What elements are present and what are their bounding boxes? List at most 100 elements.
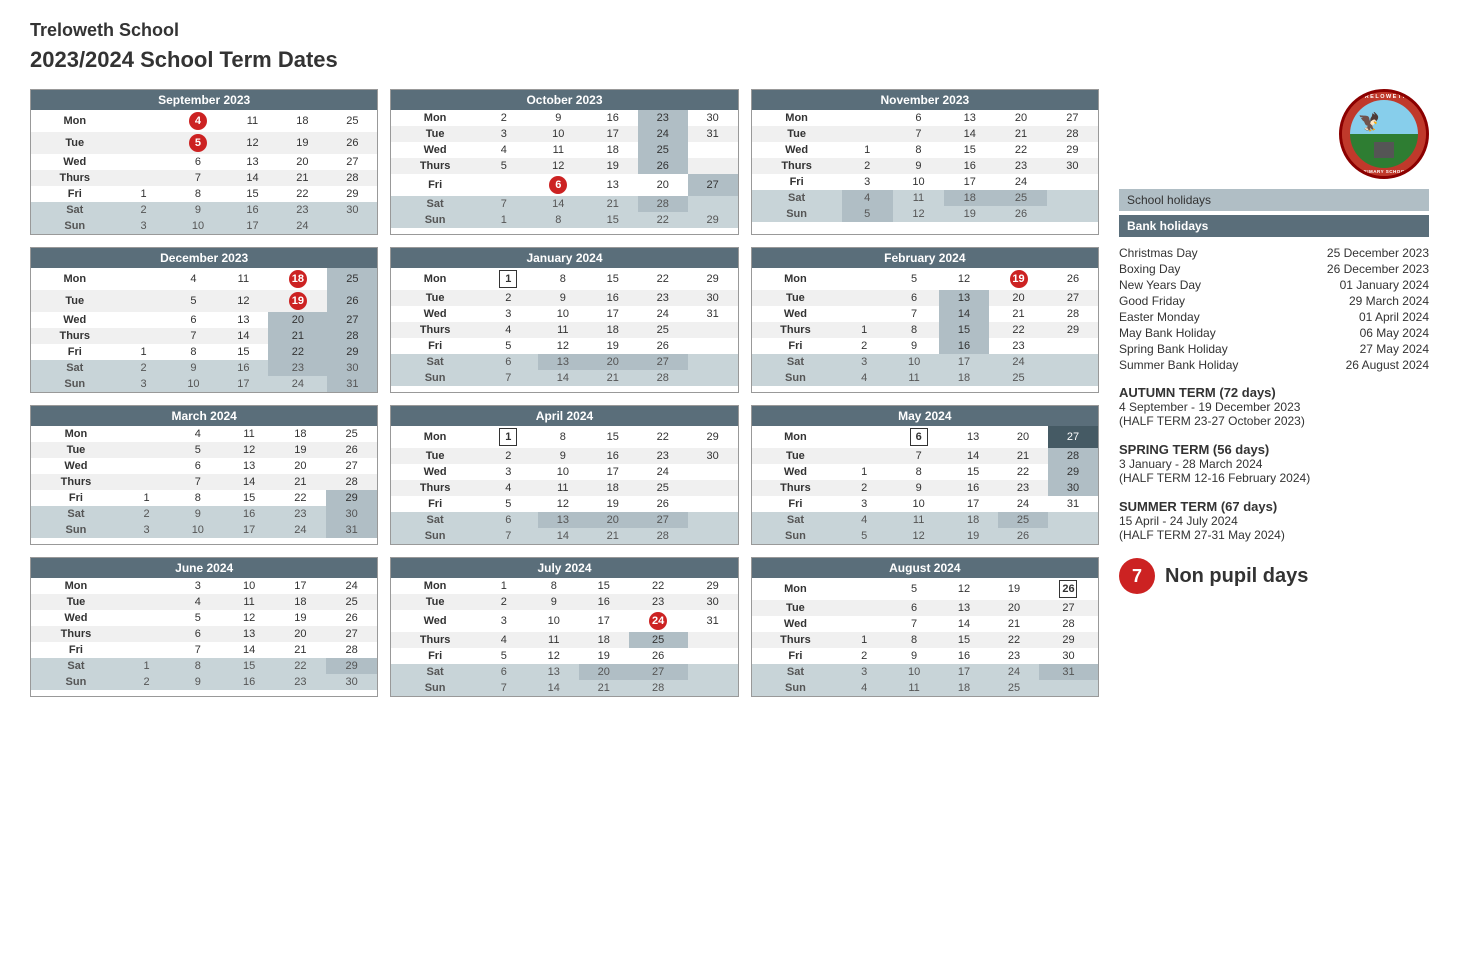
list-item: Good Friday29 March 2024 <box>1119 293 1429 309</box>
table-row: Mon6132027 <box>752 426 1098 448</box>
table-row: Wed310172431 <box>391 306 737 322</box>
list-item: Christmas Day25 December 2023 <box>1119 245 1429 261</box>
table-row: Wed3101724 <box>391 464 737 480</box>
calendar-month-header: November 2023 <box>752 90 1098 110</box>
calendar-august-2024: August 2024 Mon5121926 Tue6132027 Wed714… <box>751 557 1099 697</box>
table-row: Sat6132027 <box>391 354 737 370</box>
table-row: Thurs5121926 <box>391 158 737 174</box>
table-row: Thurs7142128 <box>31 170 377 186</box>
calendar-month-header: July 2024 <box>391 558 737 578</box>
table-row: Sun310172431 <box>31 522 377 538</box>
table-row: Wed7142128 <box>752 616 1098 632</box>
table-row: Tue6132027 <box>752 600 1098 616</box>
table-row: Thurs29162330 <box>752 158 1098 174</box>
table-row: Wed6132027 <box>31 154 377 170</box>
term-info: AUTUMN TERM (72 days) 4 September - 19 D… <box>1119 385 1429 542</box>
list-item: May Bank Holiday06 May 2024 <box>1119 325 1429 341</box>
calendar-month-header: March 2024 <box>31 406 377 426</box>
list-item: Summer Bank Holiday26 August 2024 <box>1119 357 1429 373</box>
table-row: Tue7142128 <box>752 126 1098 142</box>
table-row: Sat6132027 <box>391 664 737 680</box>
school-name: Treloweth School <box>30 20 1429 41</box>
table-row: Fri5121926 <box>391 496 737 512</box>
table-row: Wed5121926 <box>31 610 377 626</box>
summer-term-block: SUMMER TERM (67 days) 15 April - 24 July… <box>1119 499 1429 542</box>
table-row: Wed310172431 <box>391 610 737 632</box>
table-row: Tue6132027 <box>752 290 1098 306</box>
non-pupil-label: Non pupil days <box>1165 565 1308 588</box>
table-row: Sat7142128 <box>391 196 737 212</box>
table-row: Tue5121926 <box>31 290 377 312</box>
calendar-september-2023: September 2023 Mon4111825 Tue5121926 Wed… <box>30 89 378 235</box>
table-row: Fri18152229 <box>31 490 377 506</box>
table-row: Mon3101724 <box>31 578 377 594</box>
table-row: Mon5121926 <box>752 268 1098 290</box>
bank-holidays-legend: Bank holidays <box>1119 215 1429 237</box>
table-row: Thurs18152229 <box>752 322 1098 338</box>
table-row: Fri18152229 <box>31 186 377 202</box>
table-row: Fri5121926 <box>391 338 737 354</box>
calendar-february-2024: February 2024 Mon5121926 Tue6132027 Wed7… <box>751 247 1099 393</box>
table-row: Sun29162330 <box>31 674 377 690</box>
calendar-december-2023: December 2023 Mon4111825 Tue5121926 Wed6… <box>30 247 378 393</box>
logo-area: 🦅 TRELOWETH PRIMARY SCHOOL <box>1119 89 1429 179</box>
table-row: Wed7142128 <box>752 306 1098 322</box>
calendar-april-2024: April 2024 Mon18152229 Tue29162330 Wed31… <box>390 405 738 545</box>
table-row: Sat29162330 <box>31 506 377 522</box>
table-row: Fri29162330 <box>752 648 1098 664</box>
table-row: Sat4111825 <box>752 512 1098 528</box>
table-row: Thurs4111825 <box>391 322 737 338</box>
calendar-january-2024: January 2024 Mon18152229 Tue29162330 Wed… <box>390 247 738 393</box>
table-row: Sun3101724 <box>31 218 377 234</box>
table-row: Tue4111825 <box>31 594 377 610</box>
table-row: Tue5121926 <box>31 132 377 154</box>
table-row: Mon6132027 <box>752 110 1098 126</box>
table-row: Wed6132027 <box>31 458 377 474</box>
table-row: Wed18152229 <box>752 464 1098 480</box>
table-row: Sat4111825 <box>752 190 1098 206</box>
calendar-month-header: January 2024 <box>391 248 737 268</box>
table-row: Mon29162330 <box>391 110 737 126</box>
info-panel: 🦅 TRELOWETH PRIMARY SCHOOL School holida… <box>1119 89 1429 697</box>
table-row: Mon18152229 <box>391 578 737 594</box>
table-row: Fri7142128 <box>31 642 377 658</box>
table-row: Sun5121926 <box>752 528 1098 544</box>
table-row: Fri310172431 <box>752 496 1098 512</box>
calendar-june-2024: June 2024 Mon3101724 Tue4111825 Wed51219… <box>30 557 378 697</box>
spring-term-block: SPRING TERM (56 days) 3 January - 28 Mar… <box>1119 442 1429 485</box>
calendar-july-2024: July 2024 Mon18152229 Tue29162330 Wed310… <box>390 557 738 697</box>
table-row: Sat310172431 <box>752 664 1098 680</box>
table-row: Thurs4111825 <box>391 480 737 496</box>
table-row: Fri18152229 <box>31 344 377 360</box>
table-row: Thurs18152229 <box>752 632 1098 648</box>
table-row: Thurs7142128 <box>31 474 377 490</box>
table-row: Sun18152229 <box>391 212 737 228</box>
calendar-month-header: October 2023 <box>391 90 737 110</box>
calendar-month-header: December 2023 <box>31 248 377 268</box>
table-row: Mon18152229 <box>391 268 737 290</box>
table-row: Sat3101724 <box>752 354 1098 370</box>
calendar-march-2024: March 2024 Mon4111825 Tue5121926 Wed6132… <box>30 405 378 545</box>
non-pupil-days-section: 7 Non pupil days <box>1119 558 1429 594</box>
table-row: Mon4111825 <box>31 268 377 290</box>
calendar-month-header: June 2024 <box>31 558 377 578</box>
table-row: Sun310172431 <box>31 376 377 392</box>
non-pupil-circle: 7 <box>1119 558 1155 594</box>
table-row: Sat6132027 <box>391 512 737 528</box>
table-row: Thurs29162330 <box>752 480 1098 496</box>
table-row: Sun4111825 <box>752 680 1098 696</box>
school-holidays-legend: School holidays <box>1119 189 1429 211</box>
table-row: Sun7142128 <box>391 528 737 544</box>
table-row: Mon18152229 <box>391 426 737 448</box>
table-row: Tue7142128 <box>752 448 1098 464</box>
table-row: Tue5121926 <box>31 442 377 458</box>
calendar-month-header: September 2023 <box>31 90 377 110</box>
table-row: Fri6132027 <box>391 174 737 196</box>
table-row: Sat29162330 <box>31 360 377 376</box>
table-row: Mon4111825 <box>31 426 377 442</box>
table-row: Sun4111825 <box>752 370 1098 386</box>
calendar-month-header: August 2024 <box>752 558 1098 578</box>
page-title: 2023/2024 School Term Dates <box>30 47 1429 73</box>
table-row: Wed6132027 <box>31 312 377 328</box>
table-row: Mon4111825 <box>31 110 377 132</box>
